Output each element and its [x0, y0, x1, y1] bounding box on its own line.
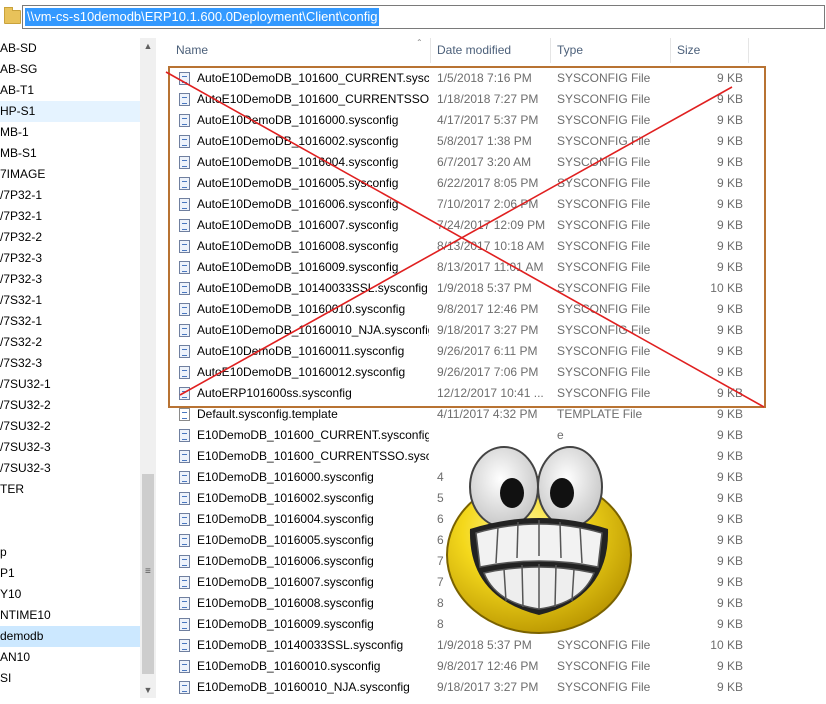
grinning-smiley-icon — [446, 446, 632, 634]
cross-line-1 — [165, 71, 765, 408]
cross-line-2 — [179, 86, 733, 396]
annotation-cross — [165, 71, 765, 408]
